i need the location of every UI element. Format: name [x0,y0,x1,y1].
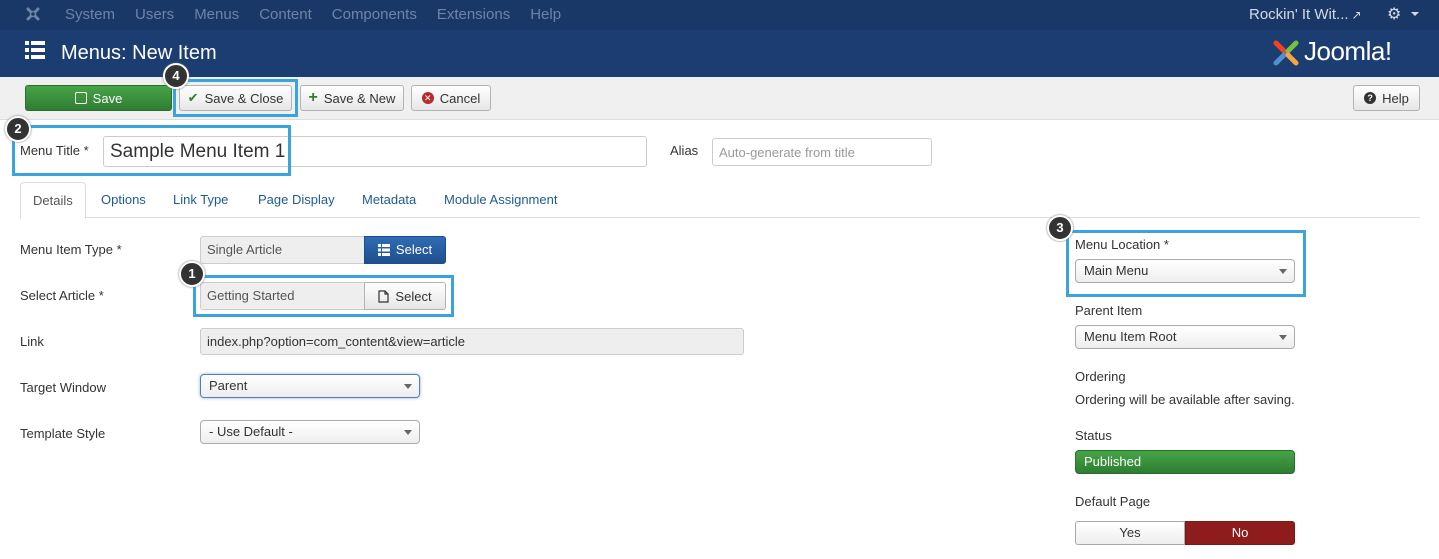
highlight-select-article [193,275,454,317]
status-label: Status [1075,428,1112,443]
chevron-down-icon [404,430,412,435]
parent-item-label: Parent Item [1075,303,1143,318]
menu-content[interactable]: Content [249,0,322,30]
select-label: Select [395,242,433,257]
gear-icon[interactable]: ⚙ [1387,4,1401,24]
menu-item-type-select-button[interactable]: Select [364,236,446,264]
parent-item-select[interactable]: Menu Item Root [1075,325,1295,349]
status-select[interactable]: Published [1075,450,1295,474]
menu-item-type-field: Single Article Select [200,236,446,264]
site-name: Rockin' It Wit... [1249,6,1349,23]
cancel-button[interactable]: ✕ Cancel [411,85,491,111]
step-badge-3: 3 [1047,215,1073,241]
status-value: Published [1084,454,1142,469]
menu-menus[interactable]: Menus [184,0,249,30]
menu-system[interactable]: System [55,0,125,30]
tab-metadata[interactable]: Metadata [362,182,416,218]
cancel-icon: ✕ [421,92,434,104]
default-page-yes[interactable]: Yes [1075,521,1185,545]
save-new-button[interactable]: + Save & New [300,85,404,111]
step-badge-1: 1 [179,261,205,287]
ordering-text: Ordering will be available after saving. [1075,392,1295,407]
parent-item-value: Menu Item Root [1084,329,1177,344]
menu-users[interactable]: Users [125,0,184,30]
tab-page-display[interactable]: Page Display [258,182,335,218]
help-button[interactable]: ? Help [1353,85,1420,111]
step-badge-4: 4 [163,63,189,89]
site-link[interactable]: Rockin' It Wit... ↗ [1249,0,1362,30]
step-badge-2: 2 [5,116,31,142]
save-label: Save [92,90,123,106]
question-icon: ? [1364,92,1377,104]
chevron-down-icon [1279,335,1287,340]
tab-details[interactable]: Details [20,182,86,219]
select-article-label: Select Article * [20,288,104,303]
target-window-value: Parent [209,378,248,393]
template-style-select[interactable]: - Use Default - [200,420,420,444]
external-link-icon: ↗ [1351,8,1362,22]
page-header: Menus: New Item Joomla! [0,30,1439,77]
help-label: Help [1382,90,1409,106]
link-input[interactable]: index.php?option=com_content&view=articl… [200,328,744,355]
joomla-logo-mark [1273,40,1299,66]
default-page-no[interactable]: No [1185,521,1295,545]
tab-options[interactable]: Options [101,182,146,218]
alias-placeholder: Auto-generate from title [719,144,855,160]
joomla-logo: Joomla! [1270,35,1420,71]
menu-item-type-value: Single Article [200,236,364,264]
template-style-label: Template Style [20,426,106,441]
menu-item-type-label: Menu Item Type * [20,242,122,257]
chevron-down-icon [404,384,412,389]
save-new-label: Save & New [323,90,396,106]
link-value: index.php?option=com_content&view=articl… [207,334,466,349]
tab-module-assignment[interactable]: Module Assignment [444,182,557,218]
top-menu: System Users Menus Content Components Ex… [55,0,571,30]
tab-link-type[interactable]: Link Type [173,182,228,218]
alias-label: Alias [670,143,699,158]
highlight-menu-location [1066,230,1306,297]
menu-help[interactable]: Help [520,0,571,30]
page-title: Menus: New Item [61,42,217,64]
default-page-toggle: Yes No [1075,521,1295,545]
save-button[interactable]: Save [25,85,172,111]
highlight-menu-title [12,125,291,176]
edit-icon [74,92,87,104]
ordering-label: Ordering [1075,369,1126,384]
list-icon [25,41,45,59]
cancel-label: Cancel [439,90,481,106]
menu-extensions[interactable]: Extensions [427,0,520,30]
link-label: Link [20,334,44,349]
plus-icon: + [308,89,318,106]
highlight-save-close [173,79,298,117]
template-style-value: - Use Default - [209,424,293,439]
default-page-label: Default Page [1075,494,1151,509]
list-icon [377,244,390,256]
tab-bar: Details Options Link Type Page Display M… [20,182,1420,219]
target-window-label: Target Window [20,380,106,395]
target-window-select[interactable]: Parent [200,374,420,398]
chevron-down-icon [1279,460,1287,465]
joomla-icon[interactable] [24,5,42,23]
alias-input[interactable]: Auto-generate from title [712,138,932,166]
logo-text: Joomla! [1304,36,1392,66]
chevron-down-icon[interactable] [1411,12,1419,16]
top-nav-bar: System Users Menus Content Components Ex… [0,0,1439,30]
menu-components[interactable]: Components [322,0,427,30]
